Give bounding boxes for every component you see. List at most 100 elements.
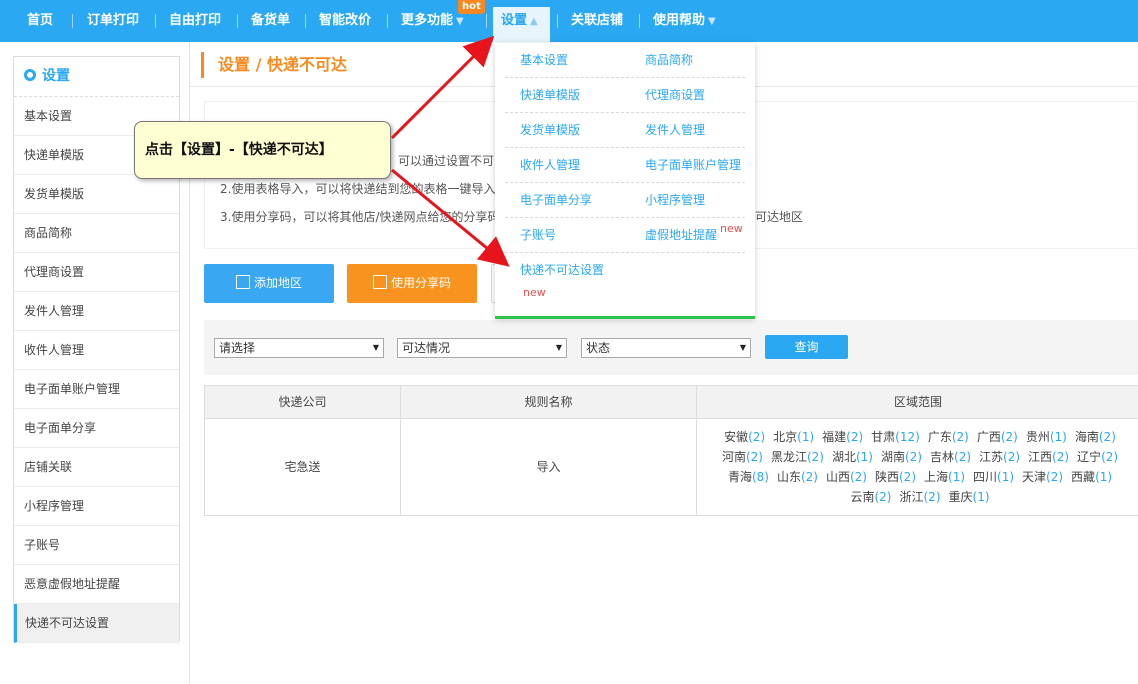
add-icon <box>235 275 250 289</box>
dropdown-row: 发货单模版 发件人管理 <box>505 113 745 148</box>
region-count[interactable]: (2) <box>905 450 922 464</box>
menu-item-basic-settings[interactable]: 基本设置 <box>520 43 568 78</box>
sidebar-item-mini-program[interactable]: 小程序管理 <box>14 487 179 526</box>
region-count[interactable]: (1) <box>948 470 965 484</box>
menu-item-fake-address-alert[interactable]: 虚假地址提醒 <box>645 218 717 253</box>
menu-item-mini-program[interactable]: 小程序管理 <box>645 183 705 218</box>
menu-item-ewaybill-share[interactable]: 电子面单分享 <box>520 183 592 218</box>
nav-smart-price[interactable]: 智能改价 <box>319 0 371 42</box>
region-count[interactable]: (1) <box>1095 470 1112 484</box>
nav-separator <box>387 14 388 28</box>
region-count[interactable]: (2) <box>846 430 863 444</box>
menu-item-ewaybill-accounts[interactable]: 电子面单账户管理 <box>645 148 741 183</box>
region-count[interactable]: (2) <box>924 490 941 504</box>
menu-item-agent-settings[interactable]: 代理商设置 <box>645 78 705 113</box>
instruction-line-3-tail: 可达地区 <box>755 210 804 224</box>
region-count[interactable]: (1) <box>997 470 1014 484</box>
menu-item-sender-management[interactable]: 发件人管理 <box>645 113 705 148</box>
add-region-button[interactable]: 添加地区 <box>204 264 334 303</box>
query-button[interactable]: 查询 <box>765 335 848 359</box>
region-entry: 浙江(2) <box>899 487 940 507</box>
cell-rule-name: 导入 <box>536 460 561 474</box>
nav-settings[interactable]: 设置 ▲ <box>493 7 550 42</box>
region-entry: 天津(2) <box>1022 467 1063 487</box>
region-count[interactable]: (1) <box>973 490 990 504</box>
region-entry: 上海(1) <box>924 467 965 487</box>
menu-item-receiver-management[interactable]: 收件人管理 <box>520 148 580 183</box>
region-count[interactable]: (2) <box>1046 470 1063 484</box>
instruction-line-1: 可以通过设置不可 <box>398 154 495 168</box>
nav-help[interactable]: 使用帮助 ▼ <box>653 0 716 42</box>
region-entry: 湖北(1) <box>832 447 873 467</box>
region-count[interactable]: (2) <box>1001 430 1018 444</box>
region-name: 山东 <box>776 470 801 484</box>
region-count[interactable]: (2) <box>748 430 765 444</box>
region-name: 西藏 <box>1071 470 1096 484</box>
region-count[interactable]: (2) <box>1003 450 1020 464</box>
region-select[interactable]: 请选择 <box>214 338 384 358</box>
region-entry: 青海(8) <box>728 467 769 487</box>
region-name: 福建 <box>822 430 847 444</box>
region-count[interactable]: (2) <box>1099 430 1116 444</box>
nav-home[interactable]: 首页 <box>27 0 53 42</box>
region-count[interactable]: (2) <box>801 470 818 484</box>
dropdown-row: 电子面单分享 小程序管理 <box>505 183 745 218</box>
region-count[interactable]: (1) <box>797 430 814 444</box>
sidebar-item-unreachable-settings[interactable]: 快递不可达设置 <box>14 604 179 643</box>
new-badge: new <box>720 222 743 235</box>
nav-more-features[interactable]: 更多功能 ▼ <box>401 0 464 42</box>
region-count[interactable]: (2) <box>1101 450 1118 464</box>
menu-item-express-template[interactable]: 快递单模版 <box>520 78 580 113</box>
sidebar-item-product-alias[interactable]: 商品简称 <box>14 214 179 253</box>
menu-item-sub-accounts[interactable]: 子账号 <box>520 218 556 253</box>
sidebar-item-invoice-template[interactable]: 发货单模版 <box>14 175 179 214</box>
menu-item-unreachable-settings[interactable]: 快递不可达设置 <box>520 253 604 288</box>
sidebar-item-agent-settings[interactable]: 代理商设置 <box>14 253 179 292</box>
region-name: 贵州 <box>1025 430 1050 444</box>
sidebar-item-receiver-management[interactable]: 收件人管理 <box>14 331 179 370</box>
region-entry: 贵州(1) <box>1026 427 1067 447</box>
region-count[interactable]: (2) <box>807 450 824 464</box>
nav-stock-list[interactable]: 备货单 <box>251 0 290 42</box>
chevron-down-icon: ▼ <box>708 16 716 27</box>
region-name: 天津 <box>1022 470 1047 484</box>
sidebar-item-sender-management[interactable]: 发件人管理 <box>14 292 179 331</box>
region-entry: 江苏(2) <box>979 447 1020 467</box>
region-entry: 安徽(2) <box>724 427 765 447</box>
region-count[interactable]: (2) <box>952 430 969 444</box>
use-share-code-label: 使用分享码 <box>390 276 451 290</box>
menu-item-product-alias[interactable]: 商品简称 <box>645 43 693 78</box>
region-count[interactable]: (12) <box>895 430 920 444</box>
sidebar-item-fake-address-alert[interactable]: 恶意虚假地址提醒 <box>14 565 179 604</box>
nav-free-print[interactable]: 自由打印 <box>169 0 221 42</box>
region-name: 北京 <box>773 430 798 444</box>
header-region-scope: 区域范围 <box>893 395 942 409</box>
region-count[interactable]: (8) <box>752 470 769 484</box>
region-count[interactable]: (2) <box>1052 450 1069 464</box>
region-count[interactable]: (2) <box>746 450 763 464</box>
region-count[interactable]: (2) <box>850 470 867 484</box>
sidebar-item-shop-link[interactable]: 店铺关联 <box>14 448 179 487</box>
sidebar-item-sub-accounts[interactable]: 子账号 <box>14 526 179 565</box>
region-entry: 广东(2) <box>928 427 969 447</box>
region-name: 河南 <box>721 450 746 464</box>
nav-order-print[interactable]: 订单打印 <box>87 0 139 42</box>
region-entry: 西藏(1) <box>1071 467 1112 487</box>
region-count[interactable]: (1) <box>856 450 873 464</box>
sidebar-item-ewaybill-share[interactable]: 电子面单分享 <box>14 409 179 448</box>
sidebar-item-ewaybill-accounts[interactable]: 电子面单账户管理 <box>14 370 179 409</box>
instruction-line-3: 3.使用分享码，可以将其他店/快递网点给您的分享码 <box>220 210 500 224</box>
region-count[interactable]: (2) <box>954 450 971 464</box>
region-count[interactable]: (1) <box>1050 430 1067 444</box>
status-select[interactable]: 状态 <box>581 338 751 358</box>
region-count[interactable]: (2) <box>899 470 916 484</box>
sidebar-title: 设置 <box>42 68 70 84</box>
nav-separator <box>237 14 238 28</box>
reachability-select[interactable]: 可达情况 <box>397 338 567 358</box>
menu-item-invoice-template[interactable]: 发货单模版 <box>520 113 580 148</box>
region-entry: 河南(2) <box>722 447 763 467</box>
nav-linked-shops[interactable]: 关联店铺 <box>571 0 623 42</box>
region-name: 广西 <box>976 430 1001 444</box>
region-count[interactable]: (2) <box>874 490 891 504</box>
use-share-code-button[interactable]: 使用分享码 <box>347 264 477 303</box>
